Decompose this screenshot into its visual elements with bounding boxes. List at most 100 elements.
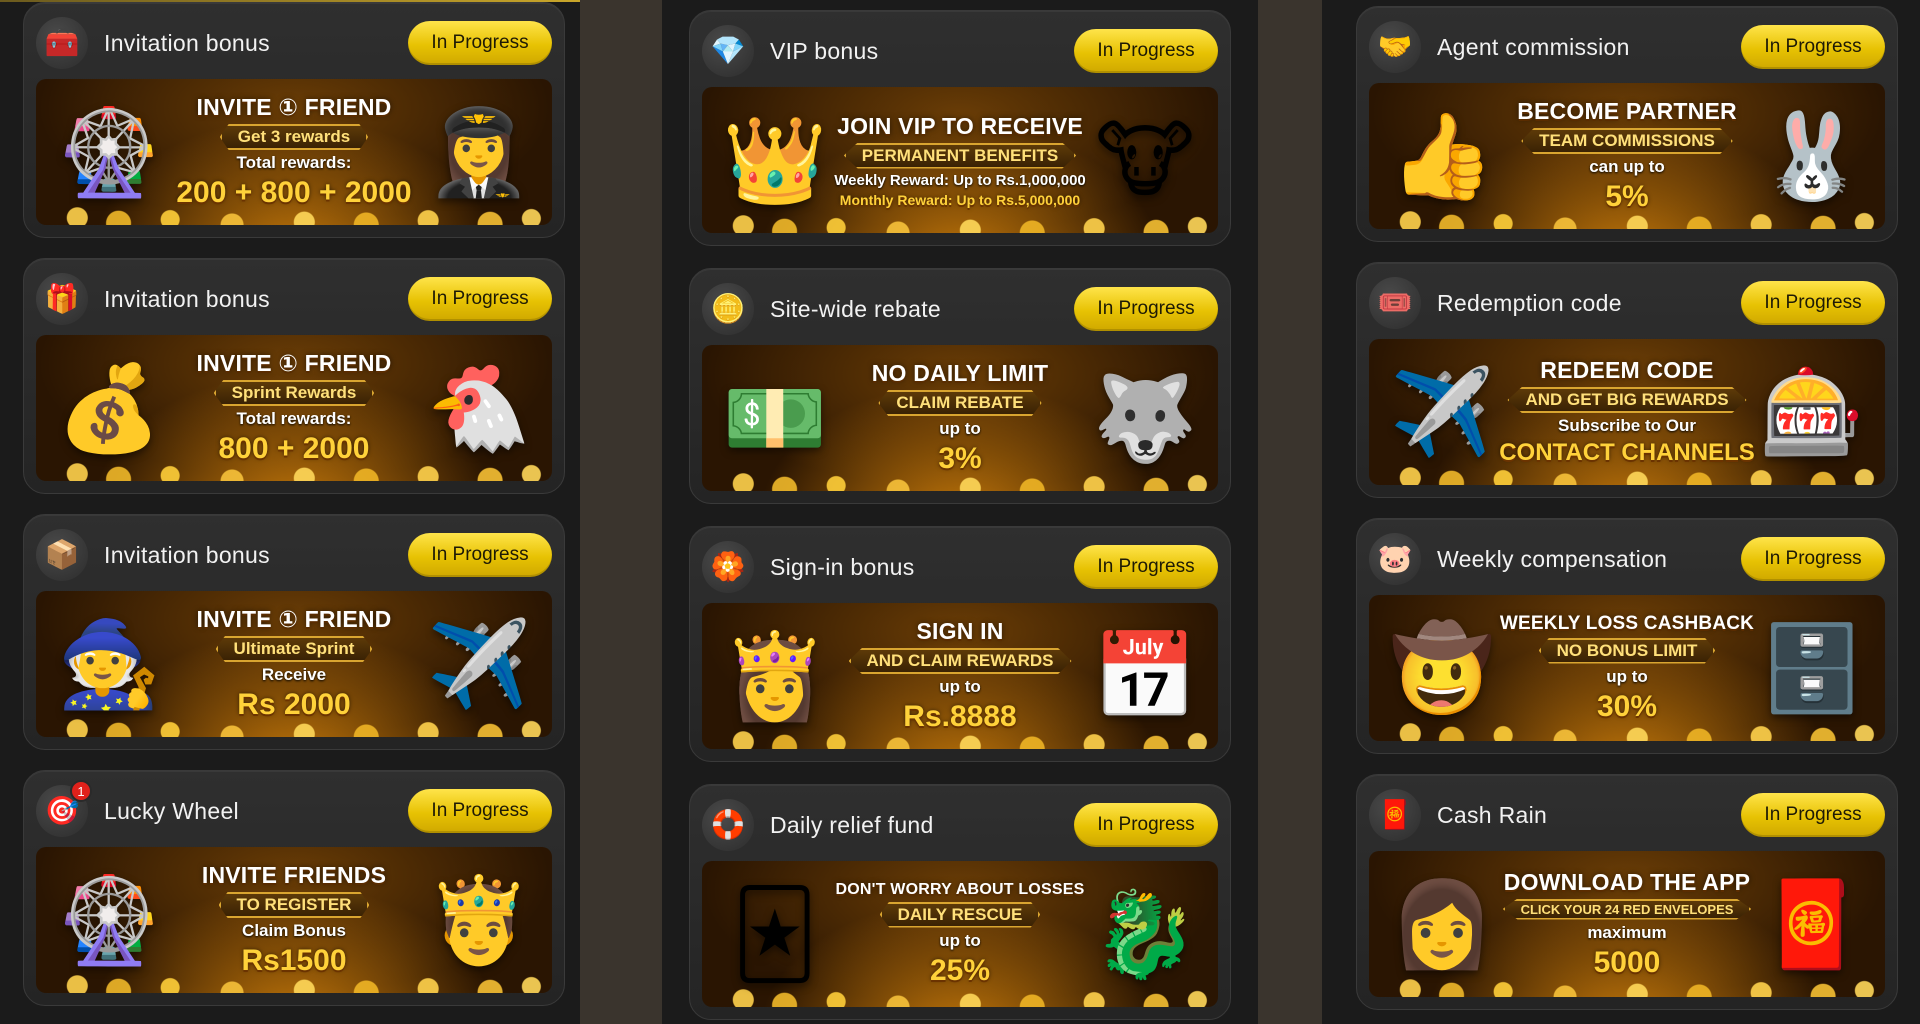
banner-headline: JOIN VIP TO RECEIVE	[837, 112, 1083, 139]
banner-art-left: 🧙	[56, 617, 162, 711]
promo-banner[interactable]: 👍 🐰 BECOME PARTNER TEAM COMMISSIONS can …	[1369, 83, 1885, 229]
banner-headline: WEEKLY LOSS CASHBACK	[1499, 612, 1755, 634]
banner-art-right: ✈️	[426, 617, 532, 711]
card-header: 🪙 Site-wide rebate In Progress	[702, 281, 1218, 337]
promo-banner[interactable]: 👩 🧧 DOWNLOAD THE APP CLICK YOUR 24 RED E…	[1369, 851, 1885, 997]
banner-art-left: 🃏	[732, 887, 818, 981]
promo-banner[interactable]: 🎡 👩‍✈️ INVITE ① FRIEND Get 3 rewards Tot…	[36, 79, 552, 225]
card-header: 🧰 Invitation bonus In Progress	[36, 15, 552, 71]
banner-headline: BECOME PARTNER	[1517, 98, 1737, 124]
promo-banner[interactable]: 🃏 🐉 DON'T WORRY ABOUT LOSSES DAILY RESCU…	[702, 861, 1218, 1007]
in-progress-button[interactable]: In Progress	[408, 277, 552, 321]
banner-ribbon: TO REGISTER	[218, 892, 370, 918]
promo-banner[interactable]: 🎡 🤴 INVITE FRIENDS TO REGISTER Claim Bon…	[36, 847, 552, 993]
banner-text: REDEEM CODE AND GET BIG REWARDS Subscrib…	[1499, 339, 1755, 485]
card-title: Site-wide rebate	[770, 295, 941, 322]
banner-art-right: 🤴	[426, 873, 532, 967]
banner-art-left: 🎡	[56, 105, 162, 199]
in-progress-button[interactable]: In Progress	[1741, 793, 1885, 837]
card-header: 🛟 Daily relief fund In Progress	[702, 797, 1218, 853]
banner-art-right: 🗄️	[1759, 621, 1865, 715]
banner-subtext: Total rewards:	[236, 409, 352, 428]
promo-banner[interactable]: 🧙 ✈️ INVITE ① FRIEND Ultimate Sprint Rec…	[36, 591, 552, 737]
banner-subtext: up to	[939, 677, 981, 696]
banner-art-left: 👍	[1389, 109, 1495, 203]
in-progress-button[interactable]: In Progress	[408, 533, 552, 577]
card-header: 📦 Invitation bonus In Progress	[36, 527, 552, 583]
rebate-coin-icon: 🪙	[702, 283, 754, 335]
card-title: Cash Rain	[1437, 801, 1548, 828]
banner-text: INVITE FRIENDS TO REGISTER Claim Bonus R…	[166, 847, 422, 993]
card-title: Invitation bonus	[104, 541, 270, 568]
life-ring-icon-glyph: 🛟	[710, 809, 746, 840]
red-envelope-icon: 🧧	[1369, 789, 1421, 841]
promo-banner[interactable]: 👸 📅 SIGN IN AND CLAIM REWARDS up to Rs.8…	[702, 603, 1218, 749]
banner-highlight: Rs.8888	[903, 700, 1017, 733]
card-title: Redemption code	[1437, 289, 1622, 316]
promo-card[interactable]: 🐷 Weekly compensation In Progress 🤠 🗄️ W…	[1356, 518, 1898, 754]
diamond-icon-glyph: 💎	[710, 35, 746, 66]
banner-headline: INVITE FRIENDS	[201, 862, 387, 888]
banner-art-left: ✈️	[1389, 365, 1495, 459]
promo-card[interactable]: 🎁 Invitation bonus In Progress 💰 🐔 INVIT…	[23, 258, 565, 494]
in-progress-button[interactable]: In Progress	[1741, 537, 1885, 581]
promo-card[interactable]: 🏵️ Sign-in bonus In Progress 👸 📅 SIGN IN…	[689, 526, 1231, 762]
banner-art-right: 🧧	[1759, 877, 1865, 971]
banner-art-left: 🎡	[56, 873, 162, 967]
banner-art-right: 🎰	[1759, 365, 1865, 459]
banner-subtext: Claim Bonus	[242, 921, 346, 940]
banner-art-right: 🐺	[1092, 371, 1198, 465]
treasure-chest-icon: 📦	[36, 529, 88, 581]
banner-art-left: 🤠	[1389, 621, 1495, 715]
in-progress-button[interactable]: In Progress	[1074, 545, 1218, 589]
promo-column-left: 🧰 Invitation bonus In Progress 🎡 👩‍✈️ IN…	[0, 0, 580, 1024]
promo-card[interactable]: 💎 VIP bonus In Progress 👑 🐮 JOIN VIP TO …	[689, 10, 1231, 246]
in-progress-button[interactable]: In Progress	[1074, 803, 1218, 847]
promo-column-right: 🤝 Agent commission In Progress 👍 🐰 BECOM…	[1322, 0, 1920, 1024]
banner-text: DOWNLOAD THE APP CLICK YOUR 24 RED ENVEL…	[1499, 851, 1755, 997]
banner-ribbon: Get 3 rewards	[219, 124, 369, 150]
gift-star-icon: 🎁	[36, 273, 88, 325]
promo-card[interactable]: 🤝 Agent commission In Progress 👍 🐰 BECOM…	[1356, 6, 1898, 242]
banner-highlight: 200 + 800 + 2000	[176, 176, 412, 209]
diamond-icon: 💎	[702, 25, 754, 77]
in-progress-button[interactable]: In Progress	[1741, 281, 1885, 325]
promo-banner[interactable]: 💵 🐺 NO DAILY LIMIT CLAIM REBATE up to 3%	[702, 345, 1218, 491]
promo-card[interactable]: 🎯 1 Lucky Wheel In Progress 🎡 🤴 INVITE F…	[23, 770, 565, 1006]
in-progress-button[interactable]: In Progress	[408, 789, 552, 833]
banner-subtext: up to	[1606, 666, 1648, 686]
in-progress-button[interactable]: In Progress	[1741, 25, 1885, 69]
banner-ribbon: TEAM COMMISSIONS	[1521, 128, 1733, 154]
banner-headline: DOWNLOAD THE APP	[1503, 868, 1751, 895]
banner-headline: INVITE ① FRIEND	[196, 94, 392, 120]
promo-card[interactable]: 🧧 Cash Rain In Progress 👩 🧧 DOWNLOAD THE…	[1356, 774, 1898, 1010]
in-progress-button[interactable]: In Progress	[1074, 29, 1218, 73]
card-title: Invitation bonus	[104, 285, 270, 312]
banner-subtext: Subscribe to Our	[1558, 416, 1696, 435]
sign-in-badge-icon-glyph: 🏵️	[710, 551, 746, 582]
promo-card[interactable]: 🛟 Daily relief fund In Progress 🃏 🐉 DON'…	[689, 784, 1231, 1020]
gift-star-icon-glyph: 🎁	[44, 283, 80, 314]
promo-banner[interactable]: 💰 🐔 INVITE ① FRIEND Sprint Rewards Total…	[36, 335, 552, 481]
banner-text: WEEKLY LOSS CASHBACK NO BONUS LIMIT up t…	[1499, 595, 1755, 741]
promo-banner[interactable]: 🤠 🗄️ WEEKLY LOSS CASHBACK NO BONUS LIMIT…	[1369, 595, 1885, 741]
banner-art-left: 👸	[722, 629, 828, 723]
treasure-chest-icon: 🧰	[36, 17, 88, 69]
lucky-wheel-icon-glyph: 🎯	[44, 795, 80, 826]
promo-card[interactable]: 🧰 Invitation bonus In Progress 🎡 👩‍✈️ IN…	[23, 2, 565, 238]
treasure-chest-icon-glyph: 📦	[44, 539, 80, 570]
promo-card[interactable]: 📦 Invitation bonus In Progress 🧙 ✈️ INVI…	[23, 514, 565, 750]
promo-card[interactable]: 🎟️ Redemption code In Progress ✈️ 🎰 REDE…	[1356, 262, 1898, 498]
banner-art-left: 💰	[56, 361, 162, 455]
banner-headline: INVITE ① FRIEND	[196, 606, 392, 632]
promo-card[interactable]: 🪙 Site-wide rebate In Progress 💵 🐺 NO DA…	[689, 268, 1231, 504]
in-progress-button[interactable]: In Progress	[408, 21, 552, 65]
banner-highlight: 5%	[1605, 180, 1649, 213]
in-progress-button[interactable]: In Progress	[1074, 287, 1218, 331]
card-title: Invitation bonus	[104, 29, 270, 56]
banner-subtext: up to	[939, 930, 981, 950]
banner-headline: REDEEM CODE	[1540, 357, 1714, 383]
banner-ribbon: NO BONUS LIMIT	[1538, 637, 1716, 664]
promo-banner[interactable]: ✈️ 🎰 REDEEM CODE AND GET BIG REWARDS Sub…	[1369, 339, 1885, 485]
promo-banner[interactable]: 👑 🐮 JOIN VIP TO RECEIVE PERMANENT BENEFI…	[702, 87, 1218, 233]
